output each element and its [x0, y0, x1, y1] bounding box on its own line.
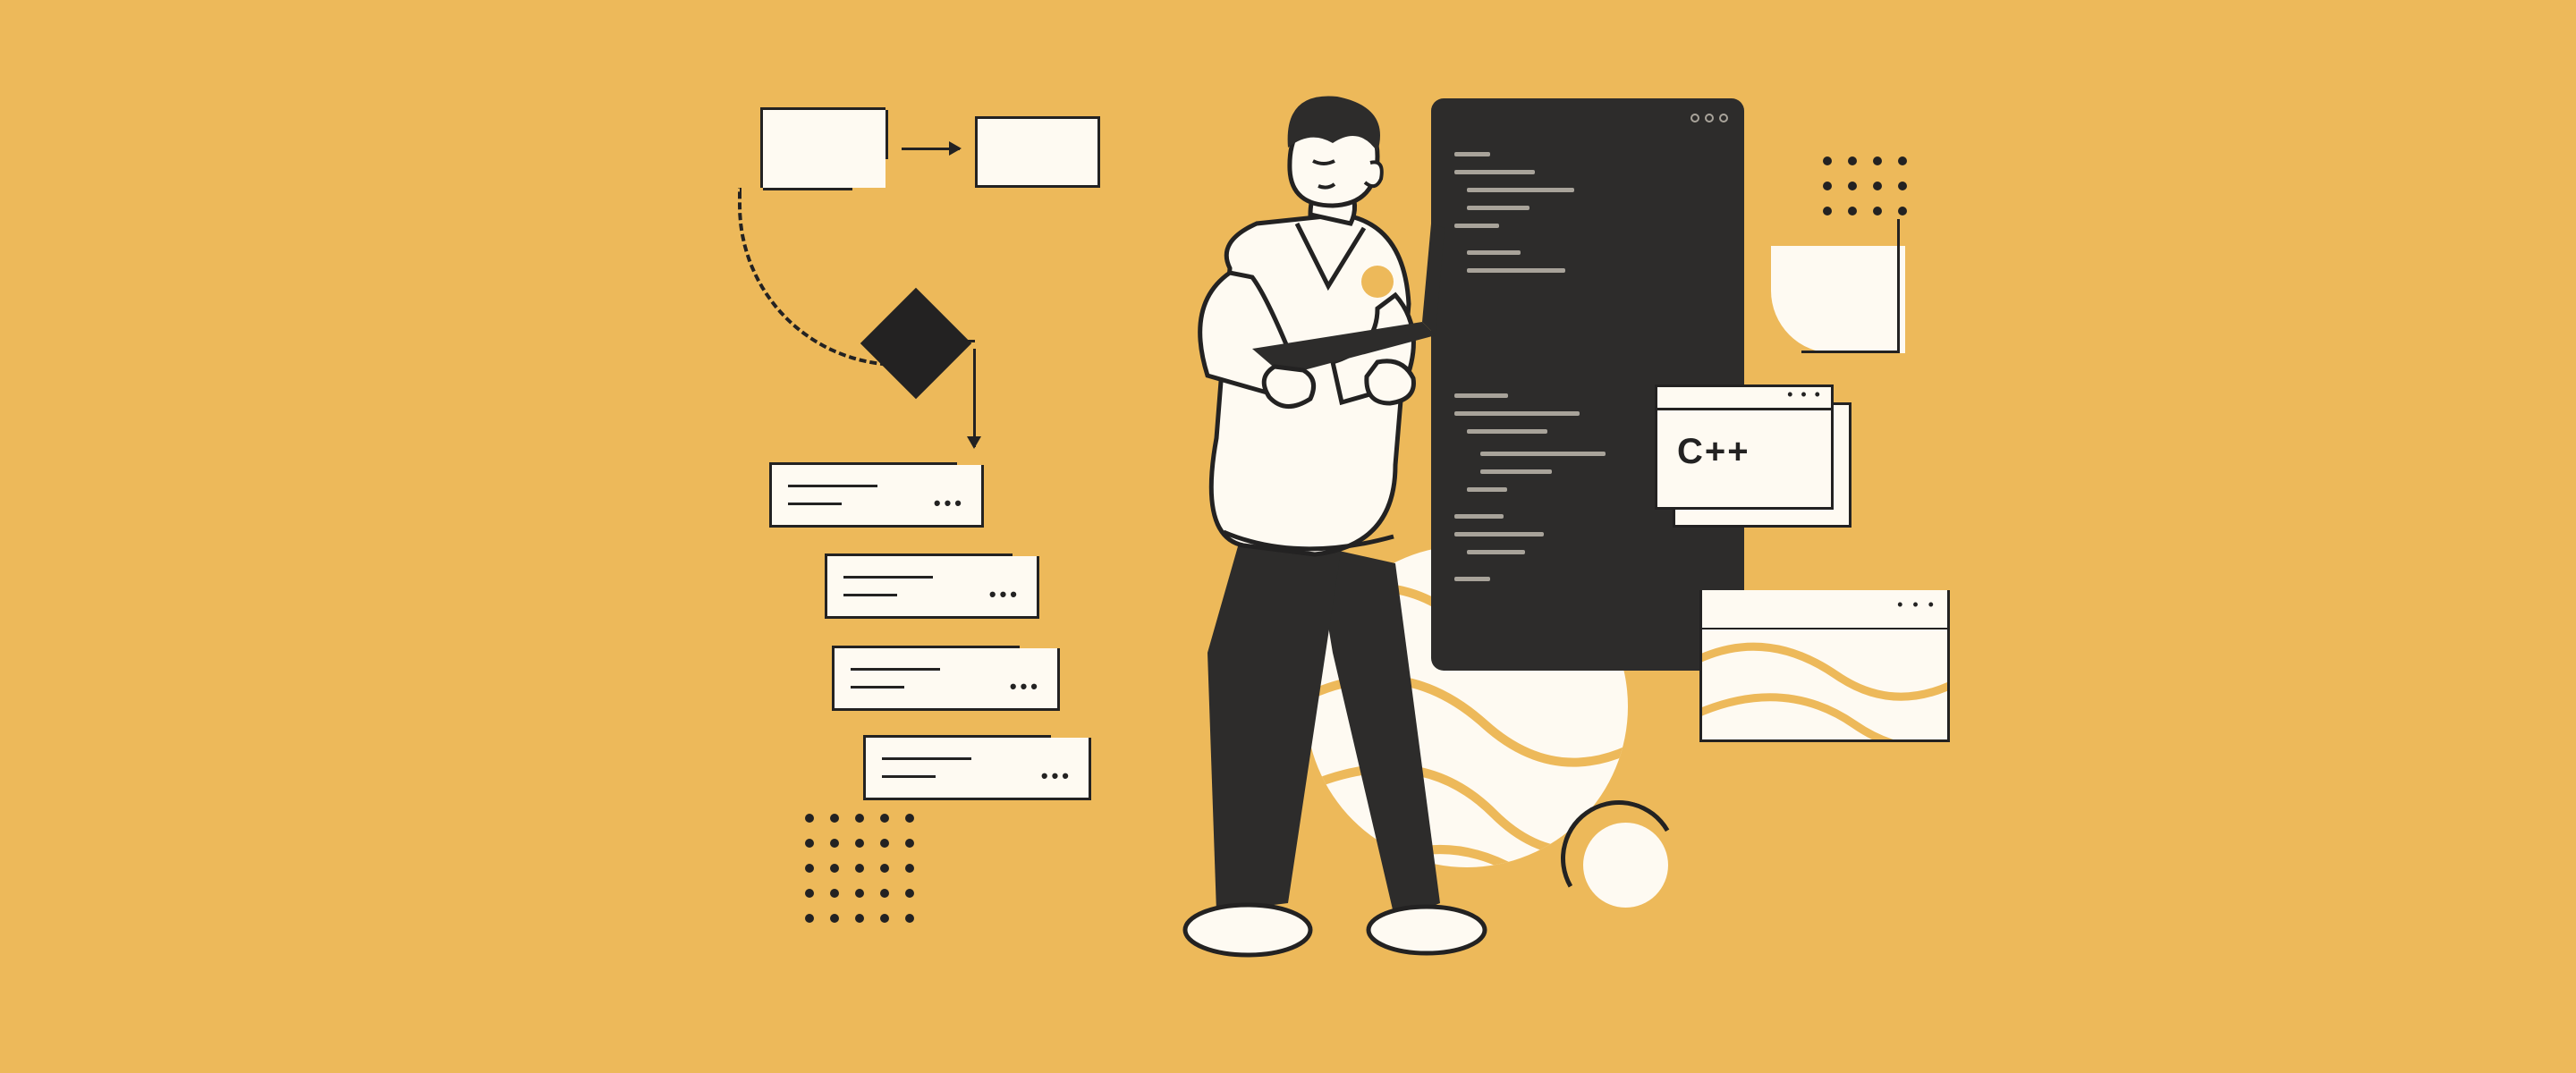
- flowchart-box-1: [760, 107, 886, 188]
- flowchart-box-2: [975, 116, 1100, 188]
- list-card-4: •••: [863, 738, 1091, 800]
- illustration-stage: ••• ••• ••• •••: [483, 45, 2093, 1028]
- cpp-label: C++: [1657, 410, 1831, 472]
- wavy-panel: • • •: [1699, 590, 1950, 742]
- dot-grid-left: [805, 814, 914, 923]
- list-card-3: •••: [832, 648, 1060, 711]
- cpp-window-front: C++: [1655, 384, 1834, 510]
- flowchart-arrow-right: [902, 148, 960, 150]
- list-card-1: •••: [769, 465, 984, 528]
- decorative-notch-shape: [1771, 246, 1905, 353]
- flowchart-arrow-down: [973, 349, 976, 447]
- list-card-2: •••: [825, 556, 1039, 619]
- person-with-laptop-icon: [1109, 80, 1556, 975]
- dot-grid-right: [1823, 156, 1907, 215]
